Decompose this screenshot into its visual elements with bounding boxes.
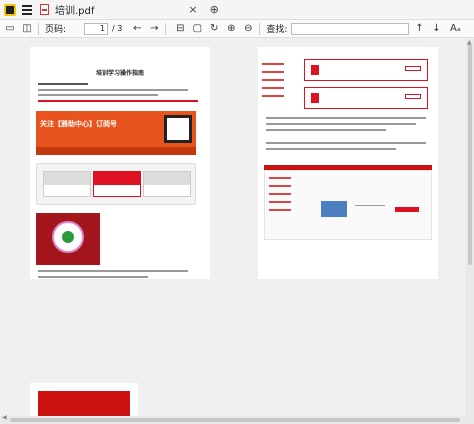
- document-tab[interactable]: 培训.pdf × ⊕: [40, 1, 219, 19]
- zoom-out-icon[interactable]: ⊖: [241, 22, 255, 36]
- account-option-box: [304, 59, 428, 81]
- tab-title: 培训.pdf: [55, 6, 95, 17]
- qr-code-image: [164, 115, 192, 143]
- search-label: 查找:: [266, 25, 288, 35]
- match-case-icon[interactable]: Aₐ: [446, 22, 464, 36]
- zoom-in-icon[interactable]: ⊕: [224, 22, 238, 36]
- scroll-thumb[interactable]: [468, 45, 472, 265]
- divider: [259, 22, 261, 35]
- page-total: / 3: [112, 24, 123, 33]
- folder-icon[interactable]: ▭: [3, 22, 17, 36]
- app-screenshot-image: [36, 213, 100, 265]
- find-prev-icon[interactable]: ↑: [412, 22, 426, 36]
- banner-text: 关注【雅助中心】订阅号: [40, 120, 117, 128]
- menu-icon[interactable]: [22, 4, 32, 15]
- pdf-file-icon: [40, 4, 49, 15]
- search-input[interactable]: [291, 22, 410, 35]
- course-screenshot-image: [264, 170, 432, 240]
- title-bar: 培训.pdf × ⊕: [0, 0, 474, 20]
- fit-page-icon[interactable]: ⊟: [173, 22, 187, 36]
- save-icon[interactable]: ◫: [20, 22, 34, 36]
- pdf-page-1: 培训学习操作指南 关注【雅助中心】订阅号: [30, 47, 210, 279]
- rotate-icon[interactable]: ↻: [207, 22, 221, 36]
- document-viewer[interactable]: 培训学习操作指南 关注【雅助中心】订阅号: [0, 39, 466, 416]
- vertical-scrollbar[interactable]: ▲: [466, 39, 474, 416]
- horizontal-scrollbar[interactable]: ◀: [0, 414, 474, 424]
- scroll-thumb[interactable]: [10, 418, 460, 422]
- document-title: 培训学习操作指南: [95, 70, 144, 77]
- toolbar: ▭ ◫ 页码: 1 / 3 ← → ⊟ ▢ ↻ ⊕ ⊖ 查找: ↑ ↓ Aₐ: [0, 20, 474, 38]
- pdf-page-2: [258, 47, 438, 279]
- page3-screenshot-image: [38, 391, 130, 416]
- app-logo-icon: [4, 3, 16, 16]
- pdf-page-3: [30, 383, 138, 416]
- login-options-screenshot: [36, 163, 196, 205]
- back-icon[interactable]: ←: [130, 22, 144, 36]
- promo-banner-image: 关注【雅助中心】订阅号: [36, 111, 196, 155]
- page-number-input[interactable]: 1: [84, 22, 109, 35]
- scroll-left-icon[interactable]: ◀: [2, 414, 7, 421]
- find-next-icon[interactable]: ↓: [429, 22, 443, 36]
- divider: [38, 22, 39, 35]
- close-tab-icon[interactable]: ×: [188, 3, 197, 16]
- account-option-box: [304, 87, 428, 109]
- new-tab-icon[interactable]: ⊕: [210, 3, 219, 16]
- forward-icon[interactable]: →: [147, 22, 161, 36]
- divider: [165, 22, 167, 35]
- page-label: 页码:: [45, 25, 67, 35]
- fit-width-icon[interactable]: ▢: [190, 22, 204, 36]
